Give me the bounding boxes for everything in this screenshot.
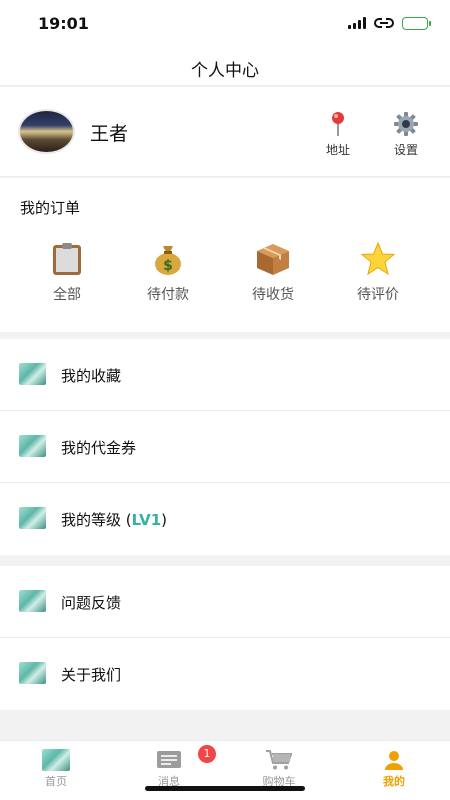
money-bag-icon: $ [155, 246, 181, 275]
tab-home-label: 首页 [45, 775, 67, 788]
home-indicator [145, 786, 305, 791]
menu-thumbnail-icon [19, 363, 46, 385]
level-badge: LV1 [131, 511, 162, 529]
signal-icon [348, 17, 366, 29]
star-icon [360, 242, 396, 276]
order-pending-payment[interactable]: $ 待付款 [128, 242, 208, 304]
status-icons [348, 16, 431, 30]
menu-thumbnail-icon [19, 435, 46, 457]
menu-item-level[interactable]: 我的等级 (LV1) [0, 483, 450, 555]
order-pending-payment-label: 待付款 [147, 287, 189, 303]
menu-group-support: 问题反馈 关于我们 [0, 566, 450, 710]
order-pending-delivery-label: 待收货 [252, 287, 294, 303]
address-button[interactable]: 地址 [318, 111, 358, 158]
link-icon [374, 18, 394, 28]
menu-item-vouchers[interactable]: 我的代金券 [0, 411, 450, 483]
gear-icon [394, 112, 418, 136]
menu-item-feedback[interactable]: 问题反馈 [0, 566, 450, 638]
address-label: 地址 [325, 143, 350, 157]
orders-section: 我的订单 全部 $ 待付款 待收货 待评价 [0, 178, 450, 332]
status-bar: 19:01 [0, 0, 450, 46]
level-suffix: ) [161, 511, 168, 529]
settings-label: 设置 [393, 143, 418, 157]
cart-icon [265, 749, 293, 771]
menu-group-account: 我的收藏 我的代金券 我的等级 (LV1) [0, 339, 450, 555]
menu-item-label: 问题反馈 [61, 594, 122, 612]
order-pending-delivery[interactable]: 待收货 [233, 242, 313, 304]
level-prefix: 我的等级 ( [61, 511, 132, 529]
menu-item-label: 我的收藏 [61, 367, 122, 385]
order-pending-review[interactable]: 待评价 [338, 242, 418, 304]
menu-thumbnail-icon [19, 662, 46, 684]
menu-item-label: 我的代金券 [61, 439, 137, 457]
tab-cart[interactable]: 购物车 [244, 749, 314, 789]
navigation-bar: 个人中心 [0, 46, 450, 86]
tab-profile-label: 我的 [383, 775, 405, 788]
order-all[interactable]: 全部 [27, 242, 107, 304]
clipboard-icon [53, 243, 81, 275]
package-icon [257, 244, 289, 275]
tab-messages[interactable]: 1 消息 [134, 745, 216, 789]
tab-home[interactable]: 首页 [21, 749, 91, 789]
map-pin-icon [332, 112, 344, 136]
message-badge: 1 [198, 745, 216, 763]
tab-bar: 首页 1 消息 购物车 我的 [0, 740, 450, 800]
profile-header: 王者 地址 设置 [0, 87, 450, 177]
user-icon [383, 749, 405, 771]
menu-item-about[interactable]: 关于我们 [0, 638, 450, 710]
status-time: 19:01 [38, 14, 89, 33]
tab-profile[interactable]: 我的 [359, 749, 429, 789]
username: 王者 [90, 123, 129, 145]
menu-item-label: 我的等级 (LV1) [61, 509, 167, 530]
avatar[interactable] [18, 109, 75, 154]
menu-thumbnail-icon [19, 507, 46, 529]
menu-item-favorites[interactable]: 我的收藏 [0, 339, 450, 411]
menu-item-label: 关于我们 [61, 666, 122, 684]
message-icon: 1 [156, 745, 216, 771]
orders-title: 我的订单 [20, 199, 81, 217]
order-all-label: 全部 [53, 287, 81, 303]
settings-button[interactable]: 设置 [386, 111, 426, 158]
page-title: 个人中心 [191, 61, 259, 81]
home-icon [42, 749, 70, 771]
svg-text:$: $ [163, 258, 173, 274]
battery-icon [402, 16, 431, 30]
order-pending-review-label: 待评价 [357, 287, 399, 303]
menu-thumbnail-icon [19, 590, 46, 612]
